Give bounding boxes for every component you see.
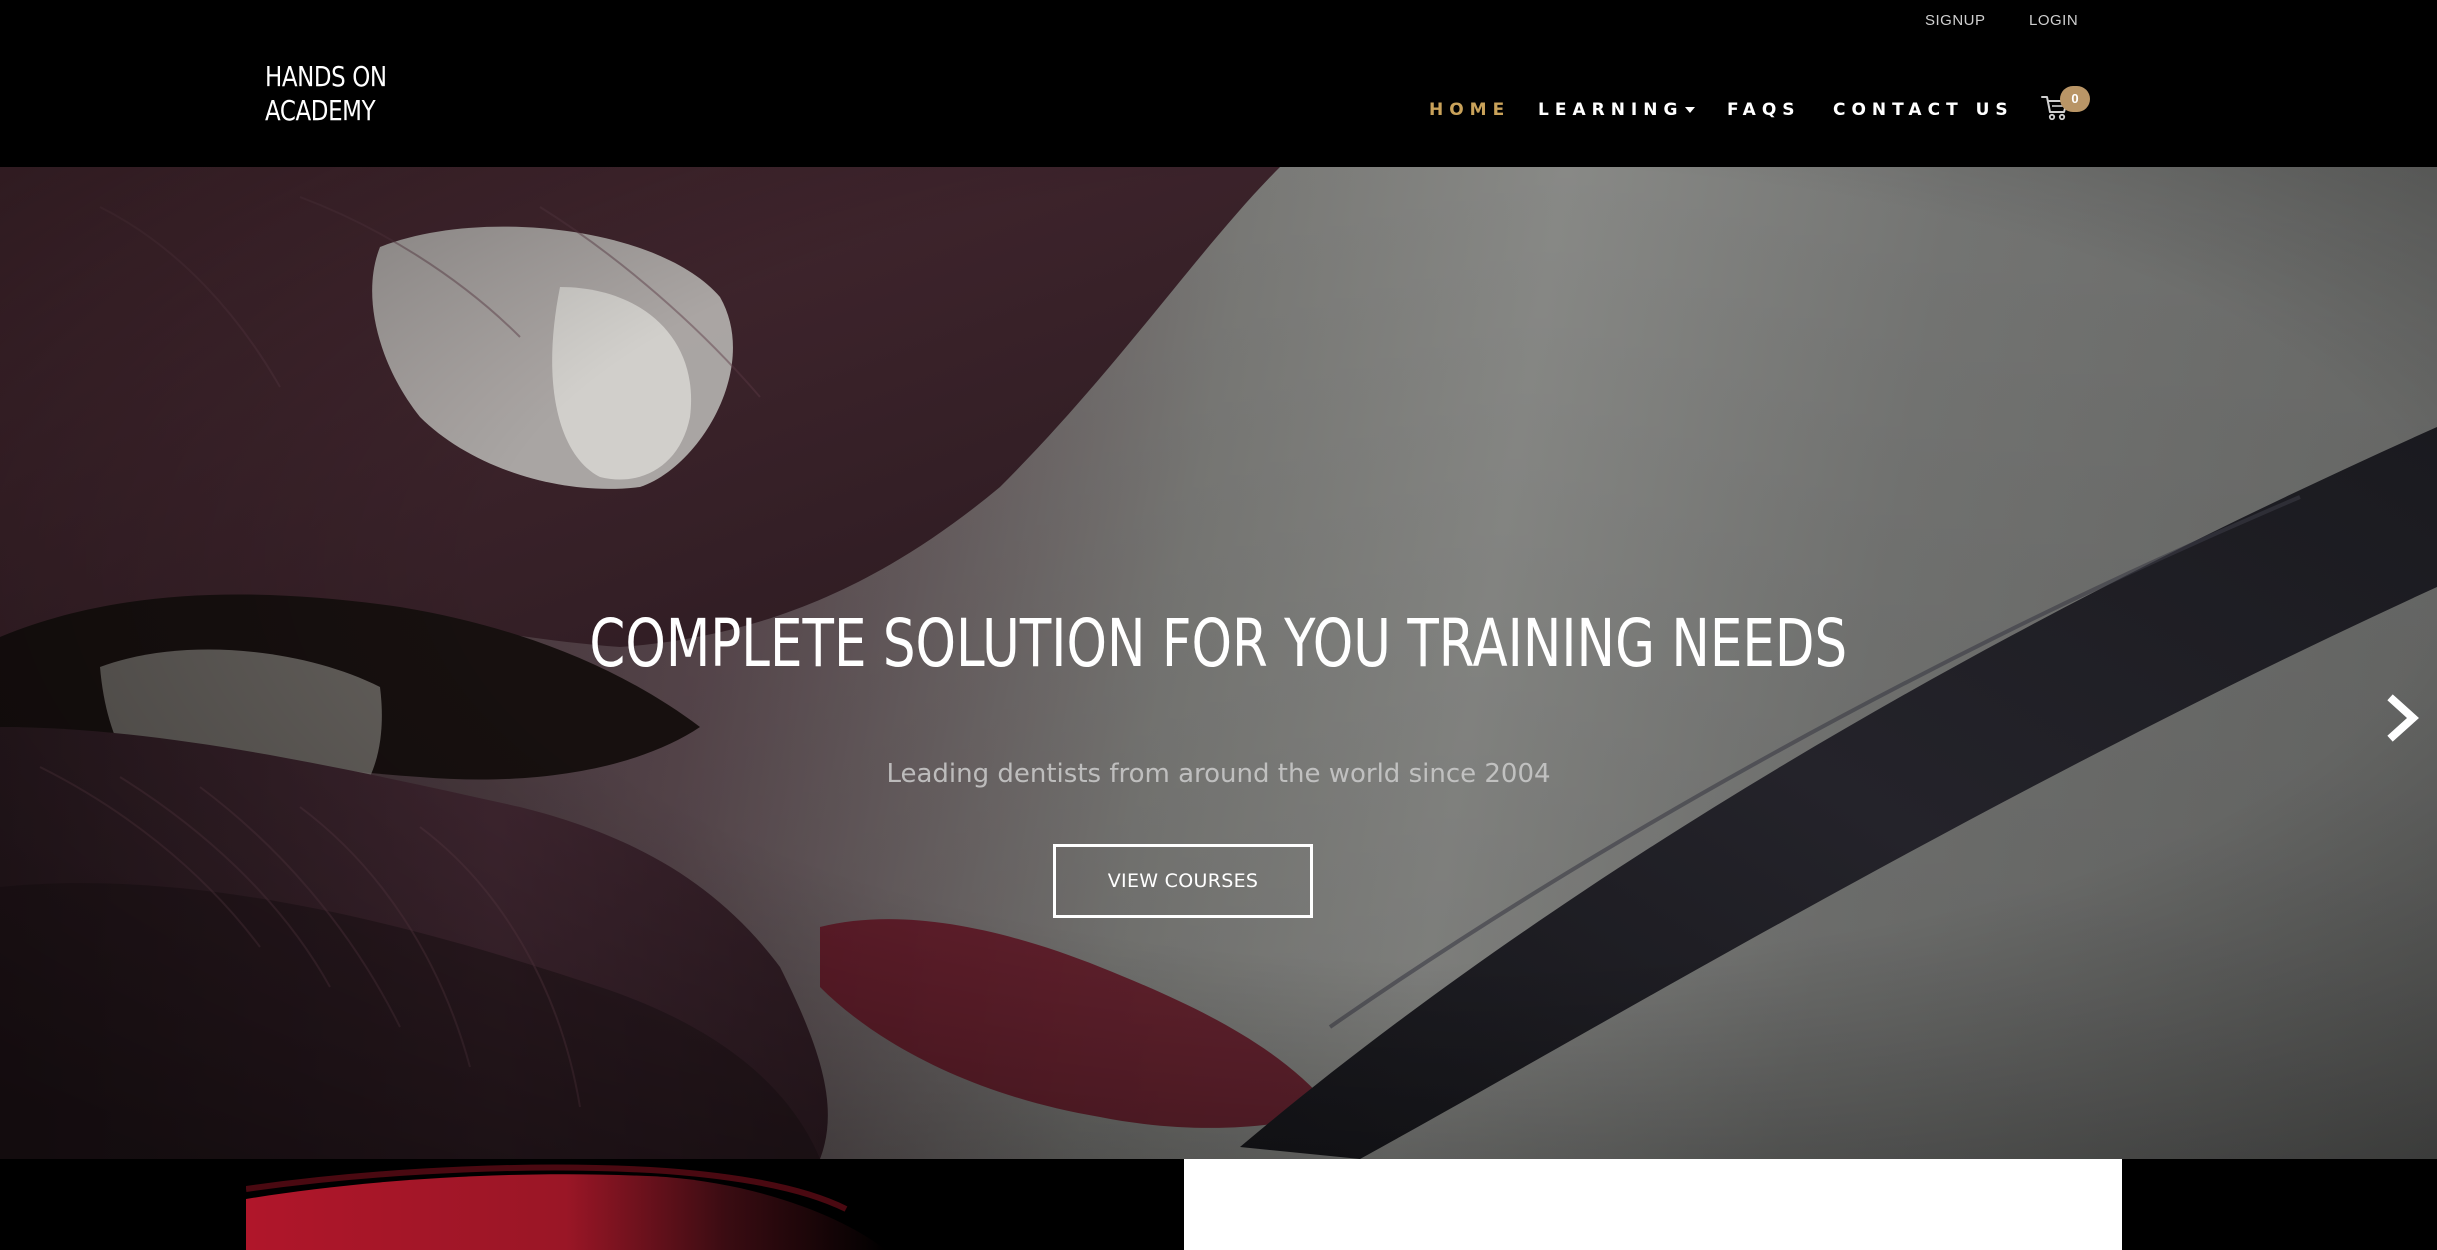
view-courses-button[interactable]: VIEW COURSES (1053, 844, 1313, 918)
chevron-right-icon[interactable] (2385, 694, 2421, 742)
nav-item-contact-us[interactable]: CONTACT US (1833, 100, 2014, 120)
nav-item-home[interactable]: HOME (1429, 100, 1510, 120)
feature-image (246, 1164, 886, 1250)
nav-item-faqs[interactable]: FAQS (1727, 100, 1801, 120)
feature-text-tile (1184, 1159, 2122, 1250)
chevron-down-icon (1685, 107, 1696, 113)
nav-item-learning[interactable]: LEARNING (1538, 100, 1696, 120)
signup-link[interactable]: SIGNUP (1925, 12, 1986, 29)
logo-line-1: HANDS ON (265, 60, 387, 93)
cart-count-badge: 0 (2060, 86, 2090, 112)
hero-title: COMPLETE SOLUTION FOR YOU TRAINING NEEDS (0, 604, 2437, 684)
hero-subtitle: Leading dentists from around the world s… (886, 759, 1551, 789)
feature-image-tile (246, 1159, 1184, 1250)
site-header: SIGNUP LOGIN HANDS ON ACADEMY HOME LEARN… (0, 0, 2437, 167)
nav-item-learning-label: LEARNING (1538, 100, 1684, 120)
hero-title-text: COMPLETE SOLUTION FOR YOU TRAINING NEEDS (589, 605, 1848, 682)
login-link[interactable]: LOGIN (2029, 12, 2078, 29)
hero-slider: COMPLETE SOLUTION FOR YOU TRAINING NEEDS… (0, 167, 2437, 1159)
